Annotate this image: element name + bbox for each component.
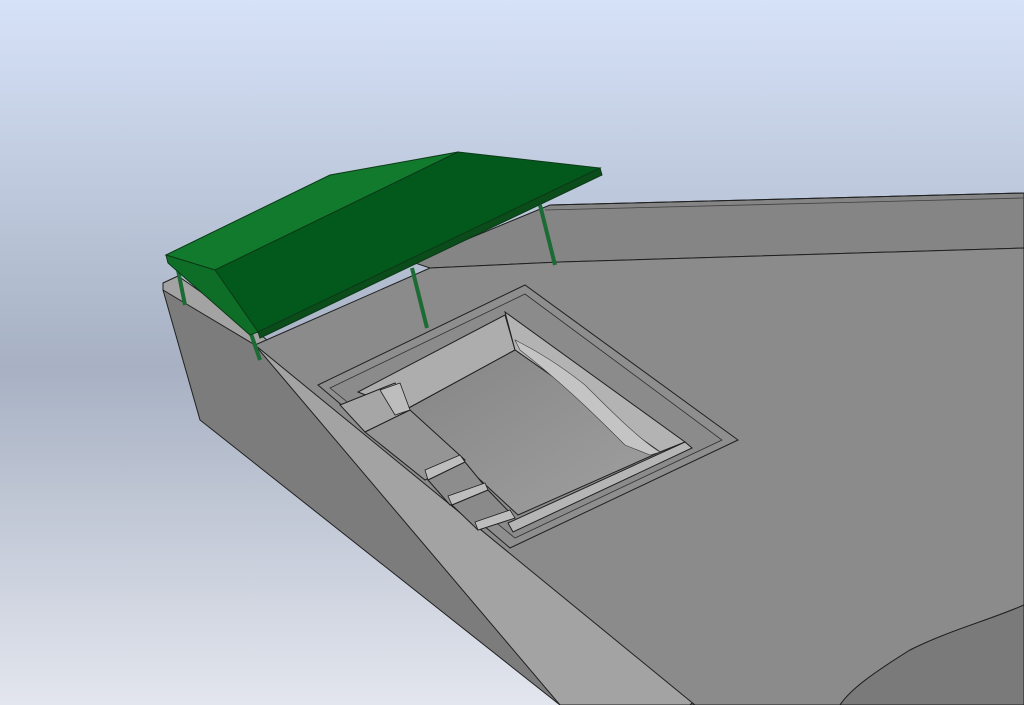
cad-3d-viewport[interactable] (0, 0, 1024, 705)
pool-canopy-model[interactable] (0, 0, 1024, 705)
